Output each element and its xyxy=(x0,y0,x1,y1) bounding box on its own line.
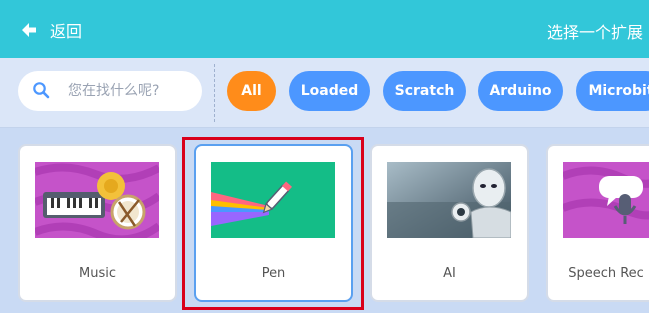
page-title: 选择一个扩展 xyxy=(546,23,643,42)
ai-thumbnail xyxy=(387,162,511,238)
filter-chip-scratch[interactable]: Scratch xyxy=(383,71,466,111)
filter-chip-arduino[interactable]: Arduino xyxy=(478,71,563,111)
search-icon xyxy=(33,82,50,99)
selection-highlight-frame xyxy=(182,137,364,310)
back-label: 返回 xyxy=(50,22,83,41)
extension-card-speech-recognition[interactable]: Speech Rec xyxy=(546,144,649,302)
filter-chip-microbit[interactable]: Microbit xyxy=(576,71,649,111)
extension-name: Speech Rec xyxy=(568,266,644,281)
header-bar: 返回 选择一个扩展 xyxy=(0,0,649,58)
extension-name: AI xyxy=(443,266,456,281)
filter-divider xyxy=(214,64,215,122)
filter-chip-all[interactable]: All xyxy=(227,71,276,111)
back-arrow-icon xyxy=(22,23,36,37)
extension-card-ai[interactable]: AI xyxy=(370,144,529,302)
filter-bar: All Loaded Scratch Arduino Microbit xyxy=(0,58,649,128)
back-button[interactable]: 返回 xyxy=(20,18,82,42)
search-box[interactable] xyxy=(18,71,202,111)
extension-card-music[interactable]: Music xyxy=(18,144,177,302)
extension-name: Music xyxy=(79,266,116,281)
speech-thumbnail xyxy=(563,162,649,238)
search-input[interactable] xyxy=(68,79,192,103)
filter-chip-loaded[interactable]: Loaded xyxy=(289,71,370,111)
music-thumbnail xyxy=(35,162,159,238)
